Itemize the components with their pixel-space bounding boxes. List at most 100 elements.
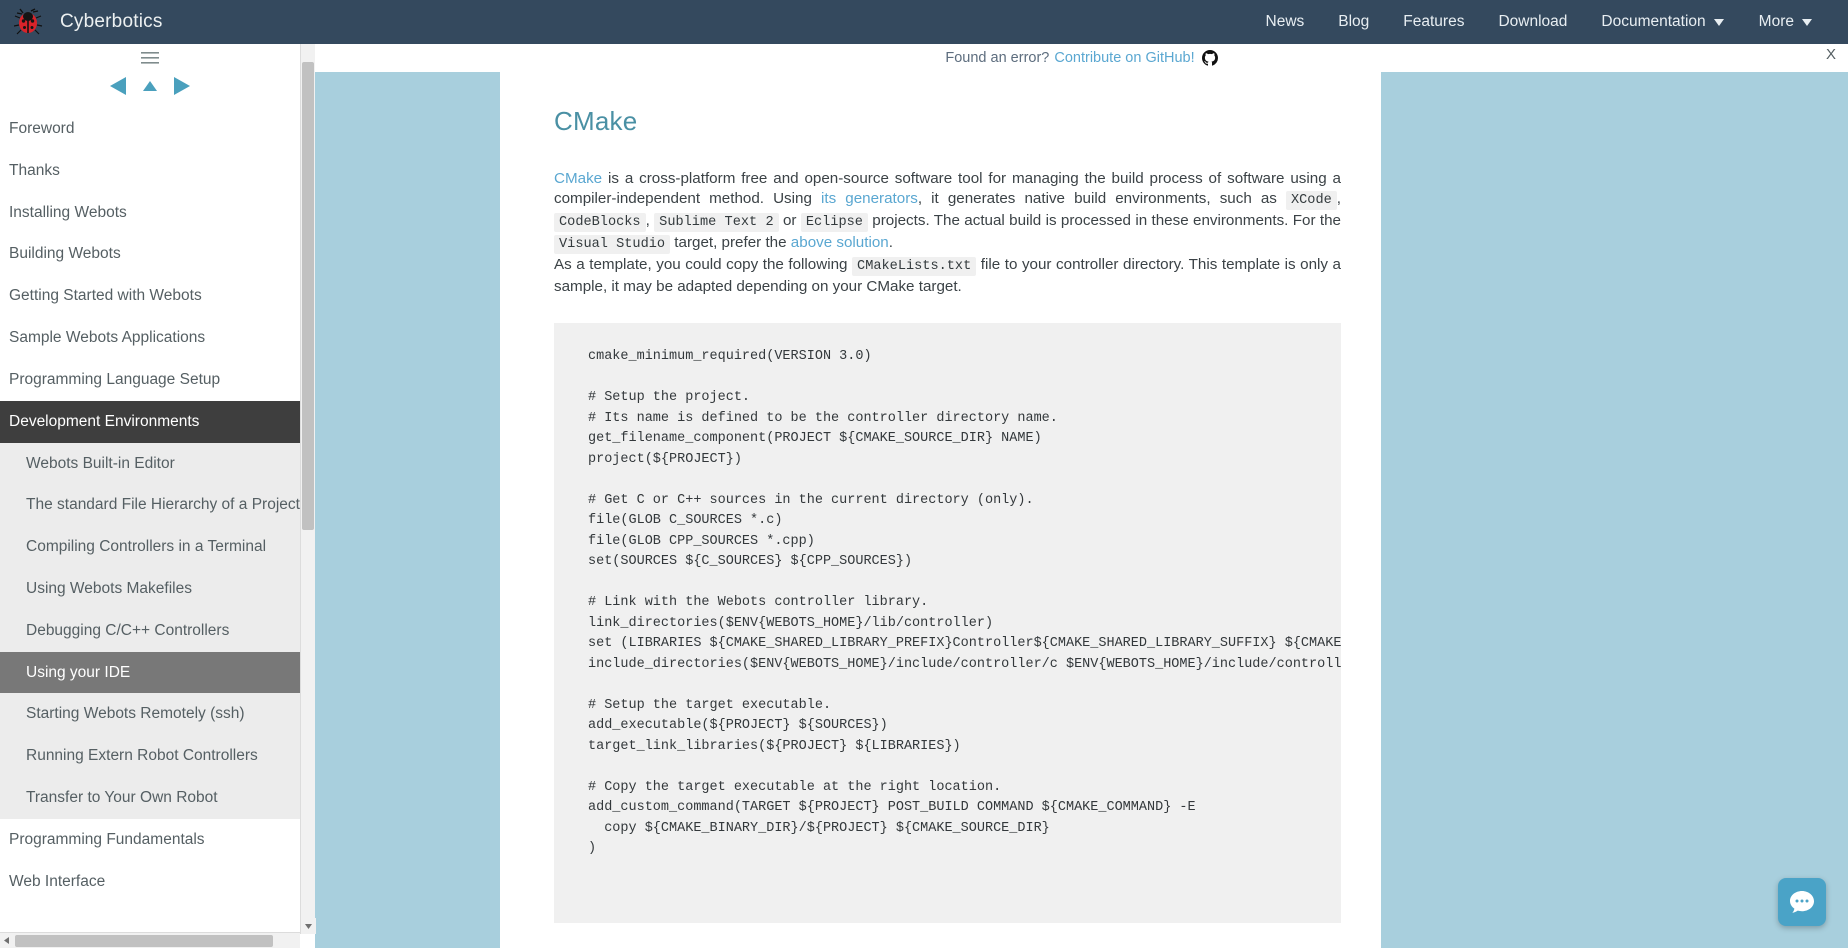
sidebar-item-label: Transfer to Your Own Robot: [26, 789, 218, 806]
chevron-down-icon: [1802, 18, 1813, 26]
content-area: Found an error? Contribute on GitHub! X …: [315, 44, 1848, 948]
sidebar-item-label: Using your IDE: [26, 663, 131, 681]
brand-title: Cyberbotics: [60, 11, 163, 32]
template-paragraph: As a template, you could copy the follow…: [554, 255, 1341, 297]
code-codeblocks: CodeBlocks: [554, 213, 646, 232]
documentation-article: CMake CMake is a cross-platform free and…: [500, 72, 1381, 948]
sidebar-item-label: Building Webots: [9, 245, 121, 263]
nav-item-features-label: Features: [1403, 13, 1465, 30]
sidebar-item-label: Using Webots Makefiles: [26, 579, 192, 597]
code-sublime-text-2: Sublime Text 2: [654, 213, 779, 232]
nav-item-documentation-label: Documentation: [1601, 13, 1706, 30]
sidebar-item-label: Debugging C/C++ Controllers: [26, 621, 230, 639]
sidebar-item-running-extern-robot-controllers[interactable]: Running Extern Robot Controllers: [0, 735, 300, 777]
code-xcode: XCode: [1285, 191, 1337, 210]
nav-item-news-label: News: [1265, 13, 1305, 30]
sidebar-item-label: Running Extern Robot Controllers: [26, 747, 258, 765]
chevron-down-icon: [1713, 18, 1725, 26]
sidebar-vertical-scrollbar[interactable]: [300, 44, 316, 934]
sidebar-item-label: Development Environments: [9, 412, 200, 430]
documentation-sidebar: Foreword Thanks Installing Webots Buildi…: [0, 44, 300, 948]
above-solution-link[interactable]: above solution: [791, 234, 889, 251]
hamburger-menu-icon[interactable]: [0, 44, 300, 70]
nav-item-documentation[interactable]: Documentation: [1584, 0, 1741, 44]
sidebar-item-label: Foreword: [9, 120, 75, 137]
sidebar-item-debugging-c-cpp-controllers[interactable]: Debugging C/C++ Controllers: [0, 609, 300, 652]
code-eclipse: Eclipse: [800, 213, 868, 232]
brand-home-link[interactable]: Cyberbotics: [14, 8, 163, 36]
arrow-left-icon[interactable]: [108, 75, 128, 102]
documentation-page-body: CMake CMake is a cross-platform free and…: [315, 72, 1848, 948]
sidebar-item-installing-webots[interactable]: Installing Webots: [0, 191, 300, 234]
sidebar-item-label: Installing Webots: [9, 203, 127, 221]
sidebar-item-label: The standard File Hierarchy of a Project: [26, 496, 300, 514]
page-left-frame: [315, 72, 500, 948]
sidebar-item-transfer-to-your-own-robot[interactable]: Transfer to Your Own Robot: [0, 777, 300, 819]
sidebar-item-web-interface[interactable]: Web Interface: [0, 860, 300, 903]
sidebar-item-programming-fundamentals[interactable]: Programming Fundamentals: [0, 818, 300, 861]
sidebar-item-label: Programming Language Setup: [9, 370, 221, 388]
ladybug-logo-icon: [14, 8, 44, 36]
sidebar-item-label: Getting Started with Webots: [9, 287, 202, 305]
intro-paragraph: CMake is a cross-platform free and open-…: [554, 169, 1341, 255]
sidebar-item-foreword[interactable]: Foreword: [0, 108, 300, 150]
sidebar-menu: Foreword Thanks Installing Webots Buildi…: [0, 108, 300, 903]
sidebar-item-label: Web Interface: [9, 872, 106, 890]
its-generators-link[interactable]: its generators: [821, 190, 918, 207]
sidebar-item-label: Compiling Controllers in a Terminal: [26, 538, 267, 556]
scroll-down-icon[interactable]: [301, 918, 316, 934]
page-right-frame: [1381, 72, 1848, 948]
sidebar-vertical-scroll-thumb[interactable]: [302, 62, 314, 530]
nav-item-blog-label: Blog: [1338, 13, 1370, 30]
nav-item-download[interactable]: Download: [1481, 0, 1584, 44]
nav-item-more-label: More: [1758, 13, 1794, 30]
sidebar-item-getting-started-with-webots[interactable]: Getting Started with Webots: [0, 275, 300, 318]
close-banner-button[interactable]: X: [1826, 46, 1836, 63]
nav-item-features[interactable]: Features: [1386, 0, 1481, 44]
sidebar-horizontal-scroll-thumb[interactable]: [15, 934, 273, 947]
scroll-left-icon[interactable]: [0, 933, 14, 948]
arrow-right-icon[interactable]: [172, 75, 192, 102]
sidebar-item-label: Thanks: [9, 161, 60, 179]
sidebar-item-starting-webots-remotely-ssh[interactable]: Starting Webots Remotely (ssh): [0, 693, 300, 736]
sidebar-item-using-webots-makefiles[interactable]: Using Webots Makefiles: [0, 567, 300, 610]
sidebar-item-label: Webots Built-in Editor: [26, 454, 175, 472]
intro-text-c: ,: [1336, 190, 1341, 207]
nav-item-download-label: Download: [1498, 13, 1568, 30]
sidebar-horizontal-scrollbar[interactable]: [0, 932, 300, 948]
nav-item-blog[interactable]: Blog: [1321, 0, 1386, 44]
sidebar-item-webots-built-in-editor[interactable]: Webots Built-in Editor: [0, 442, 300, 485]
chat-bubble-icon[interactable]: [1778, 878, 1826, 926]
sidebar-item-sample-webots-applications[interactable]: Sample Webots Applications: [0, 317, 300, 359]
sidebar-item-label: Sample Webots Applications: [9, 329, 206, 347]
code-cmakelists-txt: CMakeLists.txt: [852, 257, 977, 276]
top-navigation-bar: Cyberbotics News Blog Features Download …: [0, 0, 1848, 44]
chapter-navigation-arrows: [0, 72, 300, 104]
intro-text-h: .: [888, 234, 893, 251]
page-title: CMake: [554, 106, 638, 136]
nav-item-news[interactable]: News: [1249, 0, 1322, 44]
code-visual-studio: Visual Studio: [554, 235, 671, 254]
contribute-on-github-link[interactable]: Contribute on GitHub!: [1054, 50, 1194, 66]
sidebar-item-building-webots[interactable]: Building Webots: [0, 233, 300, 276]
sidebar-item-the-standard-file-hierarchy-of-a-project[interactable]: The standard File Hierarchy of a Project: [0, 484, 300, 527]
sidebar-item-label: Programming Fundamentals: [9, 830, 205, 848]
sidebar-item-thanks[interactable]: Thanks: [0, 149, 300, 192]
arrow-up-icon[interactable]: [142, 79, 158, 98]
sidebar-submenu-development-environments: Webots Built-in Editor The standard File…: [0, 442, 300, 819]
template-text-a: As a template, you could copy the follow…: [554, 256, 853, 273]
cmakelists-code-block[interactable]: cmake_minimum_required(VERSION 3.0) # Se…: [554, 323, 1341, 923]
sidebar-item-compiling-controllers-in-a-terminal[interactable]: Compiling Controllers in a Terminal: [0, 526, 300, 568]
cmakelists-code-text: cmake_minimum_required(VERSION 3.0) # Se…: [588, 349, 1341, 856]
intro-text-f: projects. The actual build is processed …: [867, 212, 1341, 229]
cmake-link[interactable]: CMake: [554, 170, 602, 187]
nav-item-more[interactable]: More: [1742, 0, 1830, 44]
github-icon[interactable]: [1201, 50, 1218, 66]
sidebar-item-using-your-ide[interactable]: Using your IDE: [0, 651, 300, 694]
sidebar-item-development-environments[interactable]: Development Environments: [0, 400, 300, 443]
intro-text-d: ,: [645, 212, 655, 229]
contribute-banner: Found an error? Contribute on GitHub! X: [315, 44, 1848, 72]
sidebar-item-programming-language-setup[interactable]: Programming Language Setup: [0, 358, 300, 401]
banner-text: Found an error?: [945, 50, 1050, 66]
intro-text-g: target, prefer the: [670, 234, 791, 251]
